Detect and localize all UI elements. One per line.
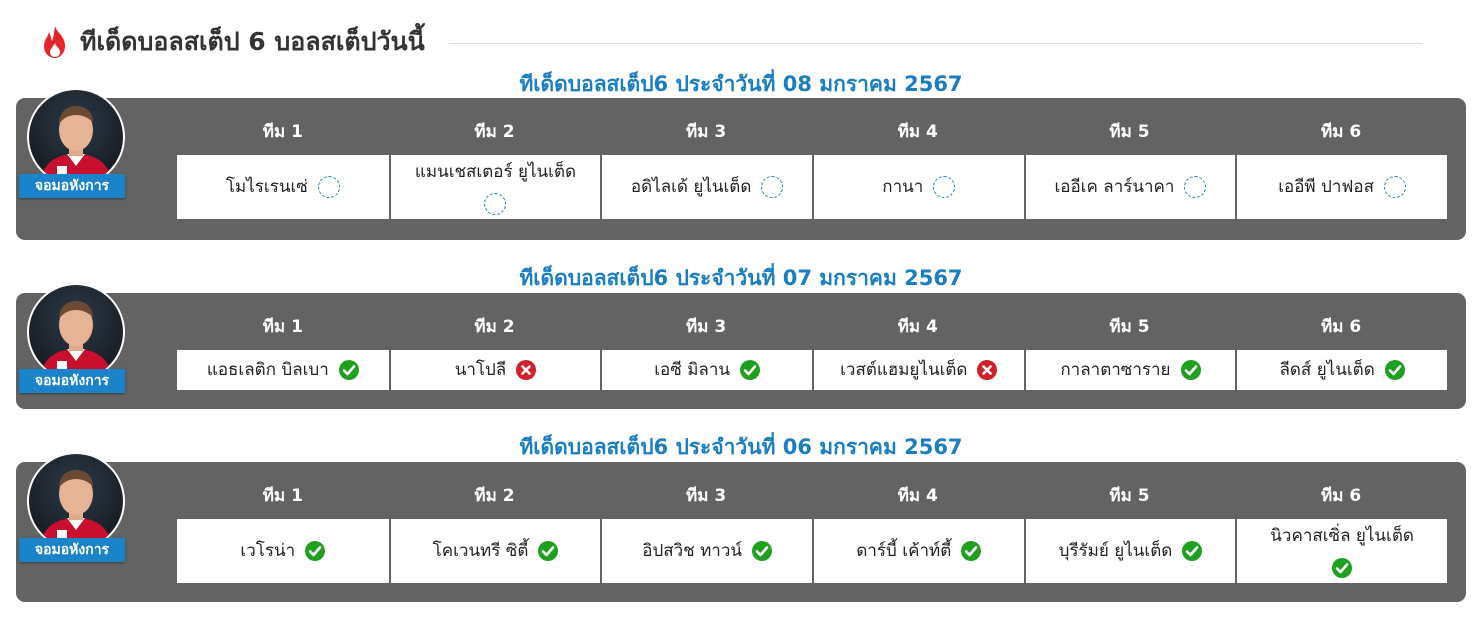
team-cell: แมนเชสเตอร์ ยูไนเต็ด xyxy=(388,155,601,219)
fire-icon xyxy=(40,25,70,59)
team-cell: กาลาตาซาราย xyxy=(1023,350,1236,390)
cross-icon xyxy=(516,360,537,380)
team-cell: กานา xyxy=(811,155,1024,219)
team-cell: โคเวนทรี ซิตี้ xyxy=(388,519,601,583)
team-cell: นาโปลี xyxy=(388,350,601,390)
team-cell: อิปสวิช ทาวน์ xyxy=(600,519,812,583)
pending-circle-icon xyxy=(1184,176,1207,198)
tipster-avatar xyxy=(27,452,125,550)
team-header: ทีม 3 xyxy=(686,122,727,142)
team-cell: อดิไลเด้ ยูไนเต็ด xyxy=(600,155,812,219)
check-icon xyxy=(1384,360,1405,380)
team-row: เวโรน่า โคเวนทรี ซิตี้ อิปสวิช ทาวน์ ดาร์บี… xyxy=(177,519,1447,583)
tips-panel: จอมอหังการ ทีม 1 ทีม 2 ทีม 3 ทีม 4 ทีม 5 ทีม 6… xyxy=(16,88,1466,240)
team-name: ดาร์บี้ เค้าท์ตี้ xyxy=(856,541,952,561)
team-header: ทีม 2 xyxy=(474,486,515,506)
team-name: อิปสวิช ทาวน์ xyxy=(642,541,743,561)
team-header: ทีม 6 xyxy=(1321,317,1362,337)
team-header: ทีม 6 xyxy=(1321,122,1362,142)
tipster-avatar xyxy=(27,88,125,186)
team-name: โคเวนทรี ซิตี้ xyxy=(432,541,529,561)
team-header: ทีม 4 xyxy=(897,486,938,506)
team-name: ลีดส์ ยูไนเต็ด xyxy=(1279,360,1375,380)
team-name: แมนเชสเตอร์ ยูไนเต็ด xyxy=(414,161,577,182)
team-header: ทีม 1 xyxy=(262,486,303,506)
team-name: แอธเลติก บิลเบา xyxy=(206,360,329,380)
check-icon xyxy=(305,541,326,561)
team-header: ทีม 4 xyxy=(897,122,938,142)
team-cell: โมไรเรนเซ่ xyxy=(177,155,389,219)
team-name: นาโปลี xyxy=(454,360,507,380)
team-cell: บุรีรัมย์ ยูไนเต็ด xyxy=(1023,519,1236,583)
team-header: ทีม 5 xyxy=(1109,486,1150,506)
team-header: ทีม 2 xyxy=(474,317,515,337)
team-row: แอธเลติก บิลเบา นาโปลี เอซี มิลาน เวสต์แฮมย… xyxy=(177,350,1447,390)
team-name: เออีเค ลาร์นาคา xyxy=(1054,177,1175,197)
team-name: เอซี มิลาน xyxy=(654,360,731,380)
tipster-name-badge: จอมอหังการ xyxy=(19,538,125,562)
tipster-avatar xyxy=(27,283,125,381)
team-cell: ดาร์บี้ เค้าท์ตี้ xyxy=(811,519,1024,583)
team-header: ทีม 6 xyxy=(1321,486,1362,506)
team-cell: นิวคาสเซิ่ล ยูไนเต็ด xyxy=(1235,519,1447,583)
pending-circle-icon xyxy=(484,192,507,215)
check-icon xyxy=(961,541,982,561)
check-icon xyxy=(338,360,359,380)
team-header: ทีม 1 xyxy=(262,317,303,337)
team-header: ทีม 4 xyxy=(897,317,938,337)
pending-circle-icon xyxy=(1384,176,1407,198)
check-icon xyxy=(752,541,773,561)
block-title: ทีเด็ดบอลสเต็ป6 ประจำวันที่ 08 มกราคม 25… xyxy=(519,72,963,96)
team-cell: เวโรน่า xyxy=(177,519,389,583)
team-cell: ลีดส์ ยูไนเต็ด xyxy=(1235,350,1447,390)
team-header: ทีม 3 xyxy=(686,317,727,337)
team-name: เวโรน่า xyxy=(240,541,296,561)
tipster-name-badge: จอมอหังการ xyxy=(19,369,125,393)
team-name: เวสต์แฮมยูไนเต็ด xyxy=(840,360,968,380)
team-cell: เอซี มิลาน xyxy=(600,350,812,390)
team-header: ทีม 3 xyxy=(686,486,727,506)
block-title: ทีเด็ดบอลสเต็ป6 ประจำวันที่ 07 มกราคม 25… xyxy=(519,266,963,290)
team-header-row: ทีม 1 ทีม 2 ทีม 3 ทีม 4 ทีม 5 ทีม 6 xyxy=(177,118,1447,145)
block-title: ทีเด็ดบอลสเต็ป6 ประจำวันที่ 06 มกราคม 25… xyxy=(519,435,963,459)
team-header-row: ทีม 1 ทีม 2 ทีม 3 ทีม 4 ทีม 5 ทีม 6 xyxy=(177,482,1447,509)
team-name: กาลาตาซาราย xyxy=(1060,360,1171,380)
team-name: กานา xyxy=(882,177,924,197)
page-header: ทีเด็ดบอลสเต็ป 6 บอลสเต็ปวันนี้ xyxy=(40,22,1422,62)
check-icon xyxy=(1332,558,1353,578)
team-header: ทีม 5 xyxy=(1109,122,1150,142)
team-name: บุรีรัมย์ ยูไนเต็ด xyxy=(1058,541,1173,561)
check-icon xyxy=(538,541,559,561)
check-icon xyxy=(1180,360,1201,380)
pending-circle-icon xyxy=(761,176,784,198)
team-header-row: ทีม 1 ทีม 2 ทีม 3 ทีม 4 ทีม 5 ทีม 6 xyxy=(177,313,1447,340)
tips-panel: จอมอหังการ ทีม 1 ทีม 2 ทีม 3 ทีม 4 ทีม 5 ทีม 6… xyxy=(16,283,1466,409)
team-name: อดิไลเด้ ยูไนเต็ด xyxy=(630,177,752,197)
tipster-name-badge: จอมอหังการ xyxy=(19,174,125,198)
cross-icon xyxy=(977,360,998,380)
team-name: โมไรเรนเซ่ xyxy=(225,177,308,197)
team-cell: แอธเลติก บิลเบา xyxy=(177,350,389,390)
pending-circle-icon xyxy=(317,176,340,198)
check-icon xyxy=(740,360,761,380)
team-cell: เออีเค ลาร์นาคา xyxy=(1023,155,1236,219)
team-row: โมไรเรนเซ่ แมนเชสเตอร์ ยูไนเต็ดอดิไลเด้ ย… xyxy=(177,155,1447,219)
team-name: นิวคาสเซิ่ล ยูไนเต็ด xyxy=(1270,526,1414,546)
team-cell: เวสต์แฮมยูไนเต็ด xyxy=(811,350,1024,390)
check-icon xyxy=(1182,541,1203,561)
team-header: ทีม 5 xyxy=(1109,317,1150,337)
pending-circle-icon xyxy=(933,176,956,198)
page-title: ทีเด็ดบอลสเต็ป 6 บอลสเต็ปวันนี้ xyxy=(80,27,425,56)
title-divider xyxy=(448,42,1422,44)
team-cell: เออีพี ปาฟอส xyxy=(1235,155,1447,219)
team-header: ทีม 2 xyxy=(474,122,515,142)
team-header: ทีม 1 xyxy=(262,122,303,142)
tips-panel: จอมอหังการ ทีม 1 ทีม 2 ทีม 3 ทีม 4 ทีม 5 ทีม 6… xyxy=(16,452,1466,602)
team-name: เออีพี ปาฟอส xyxy=(1278,177,1375,197)
